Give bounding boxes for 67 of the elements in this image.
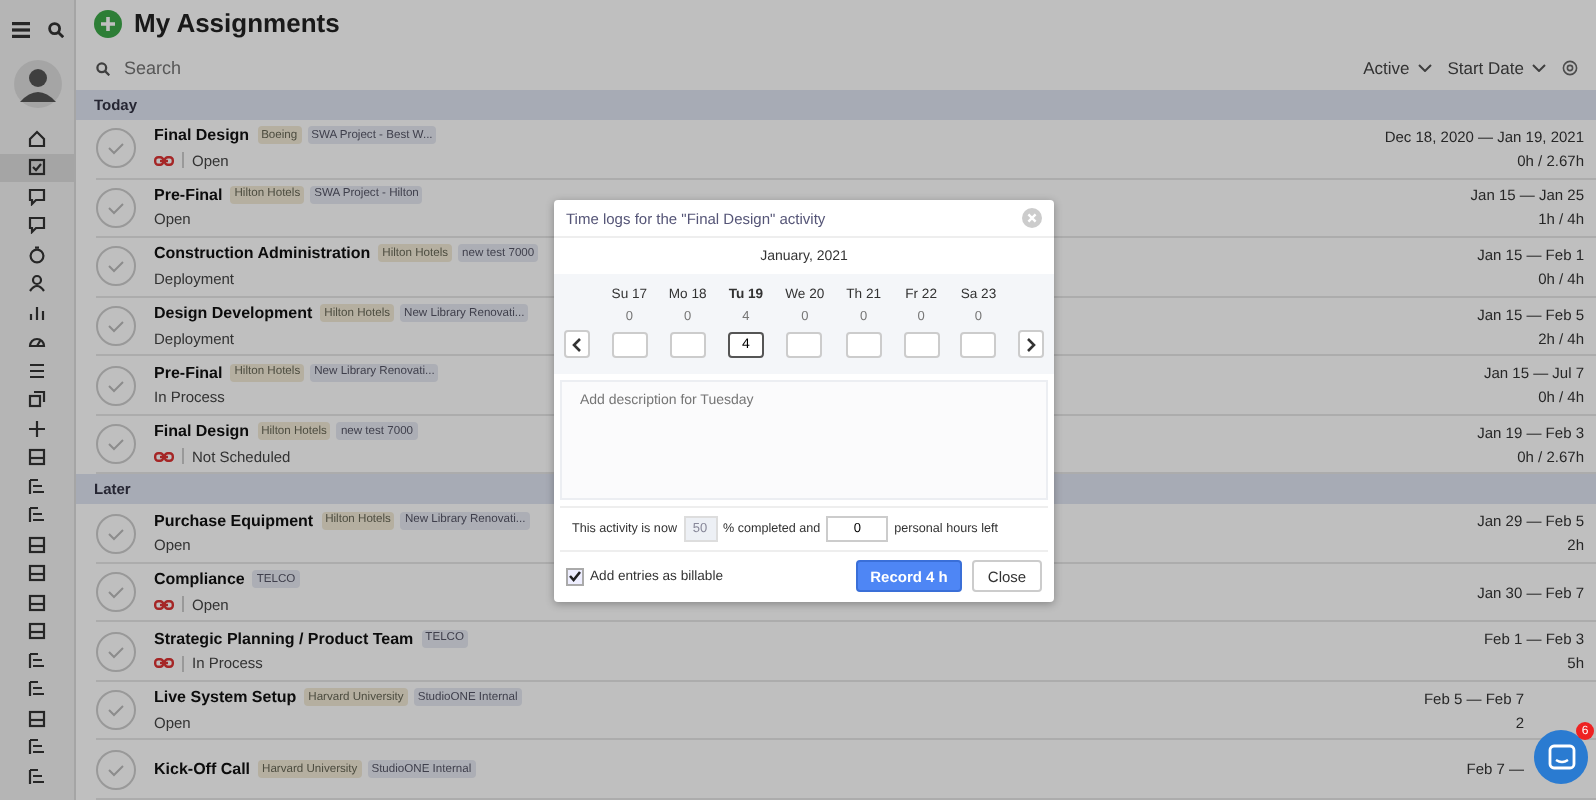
tree-icon[interactable] — [28, 506, 46, 525]
tray-icon[interactable] — [28, 593, 46, 612]
assignment-title[interactable]: Compliance — [154, 570, 245, 589]
person-icon[interactable] — [28, 274, 46, 293]
billable-checkbox[interactable] — [566, 567, 584, 585]
search-icon — [96, 61, 110, 76]
caret-icon — [1532, 64, 1546, 73]
search-icon[interactable] — [47, 22, 63, 38]
tree-icon[interactable] — [28, 680, 46, 699]
chevron-right-icon — [1025, 337, 1036, 351]
caret-icon — [1417, 64, 1432, 73]
hours-input[interactable] — [669, 332, 706, 358]
check-icon[interactable] — [28, 158, 46, 177]
complete-checkbox[interactable] — [96, 128, 136, 169]
assignment-title[interactable]: Live System Setup — [154, 688, 297, 707]
assignment-title[interactable]: Final Design — [154, 422, 250, 441]
tree-icon[interactable] — [28, 477, 46, 496]
page-title: My Assignments — [134, 8, 340, 39]
tree-icon[interactable] — [28, 767, 46, 786]
assignment-title[interactable]: Pre-Final — [154, 363, 223, 382]
menu-icon[interactable] — [11, 22, 29, 38]
plus-icon[interactable] — [28, 419, 46, 438]
list-icon[interactable] — [28, 361, 46, 380]
settings-icon[interactable] — [1562, 60, 1578, 77]
home-icon[interactable] — [28, 129, 46, 148]
assignment-title[interactable]: Strategic Planning / Product Team — [154, 629, 414, 648]
complete-checkbox[interactable] — [96, 749, 136, 790]
assignment-title[interactable]: Design Development — [154, 304, 313, 323]
complete-checkbox[interactable] — [96, 246, 136, 287]
complete-checkbox[interactable] — [96, 690, 136, 731]
hours-input[interactable] — [611, 332, 648, 358]
next-week-button[interactable] — [1017, 330, 1044, 358]
complete-checkbox[interactable] — [96, 631, 136, 672]
hours-input[interactable] — [845, 332, 882, 358]
assignment-title[interactable]: Purchase Equipment — [154, 511, 314, 529]
complete-checkbox[interactable] — [96, 306, 136, 347]
assignment-title[interactable]: Construction Administration — [154, 244, 371, 263]
tray-icon[interactable] — [28, 709, 46, 728]
stack-icon[interactable] — [28, 390, 46, 409]
hours-input[interactable] — [786, 332, 823, 358]
timer-icon[interactable] — [28, 245, 46, 264]
complete-checkbox[interactable] — [96, 572, 136, 613]
search-field[interactable]: Search — [120, 56, 528, 81]
add-icon[interactable] — [94, 9, 122, 38]
tray-icon[interactable] — [28, 564, 46, 583]
assignment-title[interactable]: Pre-Final — [154, 185, 223, 204]
complete-checkbox[interactable] — [96, 513, 136, 553]
chat-icon — [1547, 744, 1575, 770]
tray-icon[interactable] — [28, 448, 46, 467]
gauge-icon[interactable] — [28, 332, 46, 351]
filter-dropdown[interactable]: Active — [1363, 58, 1432, 79]
previous-week-button[interactable] — [564, 330, 590, 358]
complete-checkbox[interactable] — [96, 187, 136, 228]
tray-icon[interactable] — [28, 535, 46, 554]
tree-icon[interactable] — [28, 651, 46, 670]
assignment-title[interactable]: Final Design — [154, 126, 250, 145]
complete-checkbox[interactable] — [96, 365, 136, 406]
complete-checkbox[interactable] — [96, 424, 136, 465]
avatar[interactable] — [13, 60, 61, 108]
hours-input[interactable] — [960, 332, 997, 358]
chevron-left-icon — [572, 337, 582, 351]
tree-icon[interactable] — [28, 738, 46, 757]
assignment-title[interactable]: Kick-Off Call — [154, 760, 251, 779]
tray-icon[interactable] — [28, 622, 46, 641]
chart-icon[interactable] — [28, 303, 46, 322]
filter-dropdown[interactable]: Start Date — [1447, 58, 1546, 79]
hours-input[interactable] — [903, 332, 940, 358]
